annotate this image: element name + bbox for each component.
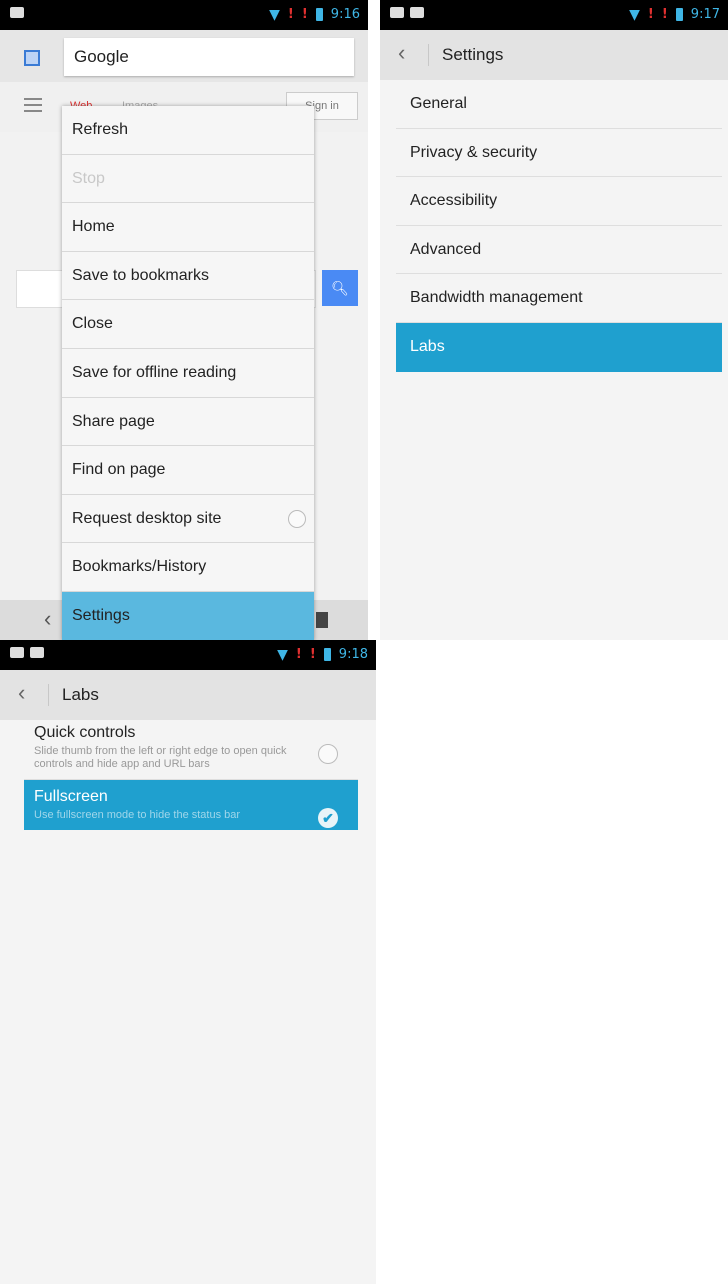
- signal-icon: !: [287, 6, 294, 22]
- browser-overflow-menu: Refresh Stop Home Save to bookmarks Clos…: [62, 106, 314, 640]
- notification-icon: [30, 647, 44, 658]
- hamburger-menu-icon[interactable]: [24, 98, 42, 116]
- menu-item-refresh[interactable]: Refresh: [62, 106, 314, 155]
- signal-icon-2: !: [301, 6, 308, 22]
- signal-icon-2: !: [661, 6, 668, 22]
- labs-item-fullscreen[interactable]: Fullscreen Use fullscreen mode to hide t…: [24, 780, 358, 830]
- labs-screen: ▼ ! ! 9:18 ‹ Labs Quick controls Slide t…: [0, 640, 376, 1284]
- google-search-button[interactable]: 🔍︎: [322, 270, 358, 306]
- menu-item-home[interactable]: Home: [62, 203, 314, 252]
- status-time: 9:18: [338, 647, 368, 662]
- action-bar: ‹ Labs: [0, 670, 376, 720]
- settings-item-privacy-security[interactable]: Privacy & security: [396, 129, 722, 178]
- settings-item-labs[interactable]: Labs: [396, 322, 722, 372]
- menu-item-request-desktop-site[interactable]: Request desktop site: [62, 495, 314, 544]
- labs-item-description: Slide thumb from the left or right edge …: [34, 745, 287, 770]
- desktop-site-checkbox[interactable]: [288, 509, 306, 528]
- menu-item-save-offline[interactable]: Save for offline reading: [62, 349, 314, 398]
- back-icon[interactable]: ‹: [398, 40, 405, 66]
- status-time: 9:17: [690, 7, 720, 22]
- page-favicon-icon: [24, 50, 40, 66]
- page-title: Settings: [442, 45, 504, 64]
- menu-item-stop: Stop: [62, 155, 314, 204]
- divider: [428, 44, 429, 66]
- menu-item-settings[interactable]: Settings: [62, 591, 314, 640]
- url-bar: Google: [0, 30, 368, 82]
- back-icon[interactable]: ‹: [44, 606, 51, 632]
- signal-icon: !: [647, 6, 654, 22]
- quick-controls-checkbox[interactable]: [318, 744, 338, 764]
- screenshot-icon: [390, 7, 404, 18]
- battery-icon: [675, 8, 683, 21]
- status-bar: ▼ ! ! 9:17: [380, 0, 728, 30]
- back-icon[interactable]: ‹: [18, 680, 25, 706]
- menu-item-label: Request desktop site: [72, 509, 222, 527]
- signal-icon-2: !: [309, 646, 316, 662]
- labs-item-description: Use fullscreen mode to hide the status b…: [34, 809, 241, 821]
- menu-item-save-to-bookmarks[interactable]: Save to bookmarks: [62, 252, 314, 301]
- notification-icon: [10, 7, 24, 18]
- menu-item-bookmarks-history[interactable]: Bookmarks/History: [62, 543, 314, 592]
- labs-list: Quick controls Slide thumb from the left…: [24, 716, 358, 830]
- wifi-icon: ▼: [629, 6, 640, 23]
- menu-item-close[interactable]: Close: [62, 300, 314, 349]
- settings-item-advanced[interactable]: Advanced: [396, 226, 722, 275]
- menu-item-find-on-page[interactable]: Find on page: [62, 446, 314, 495]
- status-bar: ▼ ! ! 9:18: [0, 640, 376, 670]
- battery-icon: [315, 8, 323, 21]
- url-field[interactable]: Google: [64, 38, 354, 76]
- action-bar: ‹ Settings: [380, 30, 728, 80]
- labs-item-title: Quick controls: [34, 724, 136, 741]
- settings-list: General Privacy & security Accessibility…: [396, 80, 722, 372]
- status-time: 9:16: [330, 7, 360, 22]
- labs-item-title: Fullscreen: [34, 788, 108, 805]
- browser-menu-screen: ▼ ! ! 9:16 Google Web Images Sign in 🔍︎ …: [0, 0, 368, 640]
- settings-screen: ▼ ! ! 9:17 ‹ Settings General Privacy & …: [380, 0, 728, 640]
- settings-item-general[interactable]: General: [396, 80, 722, 129]
- divider: [48, 684, 49, 706]
- screenshot-icon: [10, 647, 24, 658]
- settings-item-bandwidth[interactable]: Bandwidth management: [396, 274, 722, 323]
- settings-item-accessibility[interactable]: Accessibility: [396, 177, 722, 226]
- labs-item-quick-controls[interactable]: Quick controls Slide thumb from the left…: [24, 716, 358, 779]
- battery-icon: [323, 648, 331, 661]
- wifi-icon: ▼: [269, 6, 280, 23]
- page-title: Labs: [62, 685, 99, 704]
- fullscreen-checkbox-checked-icon[interactable]: ✔: [318, 808, 338, 828]
- status-bar: ▼ ! ! 9:16: [0, 0, 368, 30]
- menu-item-share-page[interactable]: Share page: [62, 398, 314, 447]
- notification-icon: [410, 7, 424, 18]
- search-icon: 🔍︎: [331, 280, 349, 296]
- wifi-icon: ▼: [277, 646, 288, 663]
- bookmark-icon[interactable]: [316, 612, 328, 628]
- signal-icon: !: [295, 646, 302, 662]
